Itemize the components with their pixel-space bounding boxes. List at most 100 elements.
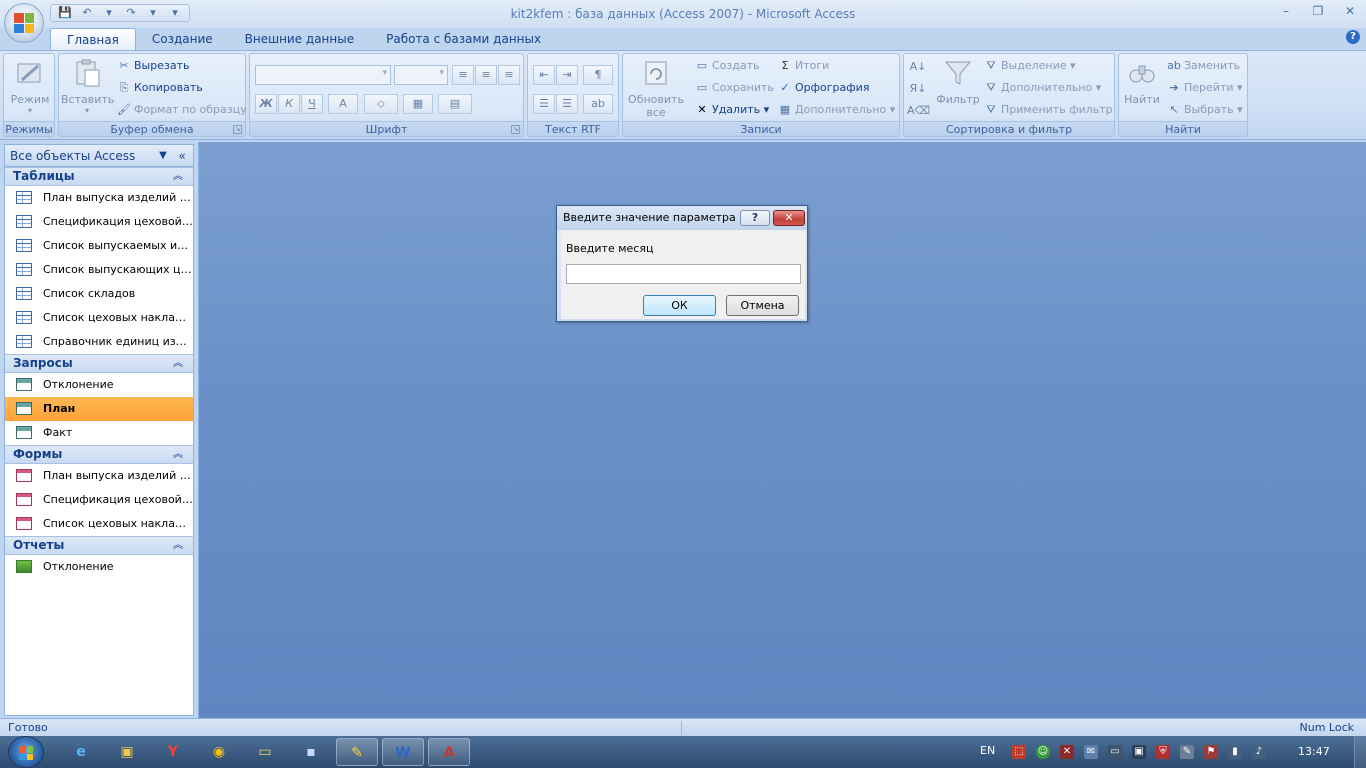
parameter-input[interactable]: [566, 264, 801, 284]
collapse-group-icon[interactable]: ︽: [173, 168, 183, 185]
nav-item-table[interactable]: Справочник единиц изм...: [5, 330, 193, 354]
collapse-group-icon[interactable]: ︽: [173, 355, 183, 372]
collapse-pane-icon[interactable]: «: [173, 148, 191, 164]
undo-dropdown-icon[interactable]: ▾: [101, 6, 117, 20]
chrome-icon[interactable]: ◉: [198, 738, 240, 766]
bullets-icon[interactable]: ☰: [556, 94, 578, 114]
antivirus-icon[interactable]: ☺: [1036, 745, 1050, 759]
fill-color-button[interactable]: ⬦: [364, 94, 398, 114]
display-icon[interactable]: ▣: [1132, 745, 1146, 759]
nav-header[interactable]: Все объекты Access ▼ «: [5, 145, 193, 167]
sort-ascending-icon[interactable]: A↓: [907, 58, 929, 78]
nav-item-query[interactable]: Отклонение: [5, 373, 193, 397]
view-button[interactable]: Режим ▾: [10, 58, 50, 115]
new-record-button[interactable]: ▭ Создать: [695, 56, 760, 76]
font-color-button[interactable]: A: [328, 94, 358, 114]
monitor-icon[interactable]: ▭: [1108, 745, 1122, 759]
floppy-save-icon[interactable]: ▪: [290, 738, 332, 766]
sort-descending-icon[interactable]: Я↓: [907, 80, 929, 100]
tab-external-data[interactable]: Внешние данные: [229, 28, 370, 50]
nav-item-query[interactable]: План: [5, 397, 193, 421]
restore-button[interactable]: ❐: [1302, 0, 1334, 22]
dialog-title-bar[interactable]: Введите значение параметра ? ✕: [557, 206, 807, 230]
cancel-button[interactable]: Отмена: [726, 295, 799, 316]
format-painter-button[interactable]: 🖌 Формат по образцу: [117, 100, 247, 120]
save-record-button[interactable]: ▭ Сохранить: [695, 78, 774, 98]
clock[interactable]: 13:47: [1298, 745, 1330, 758]
bold-button[interactable]: Ж: [255, 94, 277, 114]
nav-item-table[interactable]: Список складов: [5, 282, 193, 306]
highlight-icon[interactable]: ab: [583, 94, 613, 114]
advanced-filter-button[interactable]: ⛛ Дополнительно ▾: [984, 78, 1101, 98]
save-icon[interactable]: 💾: [57, 6, 73, 20]
nav-group-table[interactable]: Таблицы ︽: [5, 167, 193, 186]
spelling-button[interactable]: ✓ Орфография: [778, 78, 869, 98]
filter-button[interactable]: Фильтр: [934, 58, 982, 106]
nav-item-table[interactable]: Список выпускаемых изд...: [5, 234, 193, 258]
dialog-help-button[interactable]: ?: [740, 210, 770, 226]
shield-icon[interactable]: ⛨: [1156, 745, 1170, 759]
nav-item-table[interactable]: Список выпускающих цех...: [5, 258, 193, 282]
undo-icon[interactable]: ↶: [79, 6, 95, 20]
minimize-button[interactable]: –: [1270, 0, 1302, 22]
nav-item-report[interactable]: Отклонение: [5, 555, 193, 579]
underline-button[interactable]: Ч: [301, 94, 323, 114]
find-button[interactable]: Найти: [1121, 58, 1163, 106]
network-disabled-icon[interactable]: ✕: [1060, 745, 1074, 759]
office-button[interactable]: [4, 3, 44, 43]
refresh-all-button[interactable]: Обновить все: [627, 58, 685, 119]
decrease-indent-icon[interactable]: ⇤: [533, 65, 555, 85]
pen-icon[interactable]: ✎: [1180, 745, 1194, 759]
align-right-icon[interactable]: ≡: [498, 65, 520, 85]
nav-item-table[interactable]: Спецификация цеховой ...: [5, 210, 193, 234]
close-button[interactable]: ✕: [1334, 0, 1366, 22]
redo-icon[interactable]: ↷: [123, 6, 139, 20]
explorer-folder-icon[interactable]: ▭: [244, 738, 286, 766]
customize-qat-icon[interactable]: ▾: [167, 6, 183, 20]
font-name-select[interactable]: [255, 65, 391, 85]
start-button[interactable]: [8, 736, 44, 768]
nav-group-query[interactable]: Запросы ︽: [5, 354, 193, 373]
internet-explorer-icon[interactable]: e: [60, 738, 102, 766]
selection-button[interactable]: ⛛ Выделение ▾: [984, 56, 1075, 76]
delete-record-button[interactable]: ✕ Удалить ▾: [695, 100, 769, 120]
yandex-browser-icon[interactable]: Y: [152, 738, 194, 766]
align-center-icon[interactable]: ≡: [475, 65, 497, 85]
show-desktop-button[interactable]: [1354, 736, 1366, 768]
copy-button[interactable]: ⎘ Копировать: [117, 78, 203, 98]
tab-create[interactable]: Создание: [136, 28, 229, 50]
replace-button[interactable]: ab Заменить: [1167, 56, 1240, 76]
ok-button[interactable]: ОК: [643, 295, 716, 316]
redo-dropdown-icon[interactable]: ▾: [145, 6, 161, 20]
numbering-icon[interactable]: ☰: [533, 94, 555, 114]
flag-icon[interactable]: ⚑: [1204, 745, 1218, 759]
italic-button[interactable]: К: [278, 94, 300, 114]
font-launcher-icon[interactable]: ↘: [511, 125, 520, 134]
clear-sort-icon[interactable]: A⌫: [907, 102, 930, 122]
tab-home[interactable]: Главная: [50, 28, 136, 50]
language-indicator[interactable]: EN: [980, 744, 995, 757]
nav-dropdown-icon[interactable]: ▼: [155, 148, 171, 164]
paste-button[interactable]: Вставить ▾: [61, 58, 114, 115]
dialog-close-button[interactable]: ✕: [773, 210, 805, 226]
help-icon[interactable]: ?: [1346, 30, 1360, 44]
totals-button[interactable]: Σ Итоги: [778, 56, 830, 76]
pdf-icon[interactable]: ⬚: [1012, 745, 1026, 759]
nav-item-table[interactable]: Список цеховых накладн...: [5, 306, 193, 330]
nav-item-table[interactable]: План выпуска изделий це...: [5, 186, 193, 210]
toggle-filter-button[interactable]: ⛛ Применить фильтр: [984, 100, 1112, 120]
access-icon[interactable]: A: [428, 738, 470, 766]
collapse-group-icon[interactable]: ︽: [173, 446, 183, 463]
clipboard-launcher-icon[interactable]: ↘: [233, 125, 242, 134]
nav-item-form[interactable]: План выпуска изделий це...: [5, 464, 193, 488]
align-left-icon[interactable]: ≡: [452, 65, 474, 85]
tab-database-tools[interactable]: Работа с базами данных: [370, 28, 557, 50]
goto-button[interactable]: ➔ Перейти ▾: [1167, 78, 1242, 98]
word-icon[interactable]: W: [382, 738, 424, 766]
nav-group-form[interactable]: Формы ︽: [5, 445, 193, 464]
collapse-group-icon[interactable]: ︽: [173, 537, 183, 554]
increase-indent-icon[interactable]: ⇥: [556, 65, 578, 85]
paragraph-icon[interactable]: ¶: [583, 65, 613, 85]
windows-switcher-icon[interactable]: ▣: [106, 738, 148, 766]
mail-icon[interactable]: ✉: [1084, 745, 1098, 759]
